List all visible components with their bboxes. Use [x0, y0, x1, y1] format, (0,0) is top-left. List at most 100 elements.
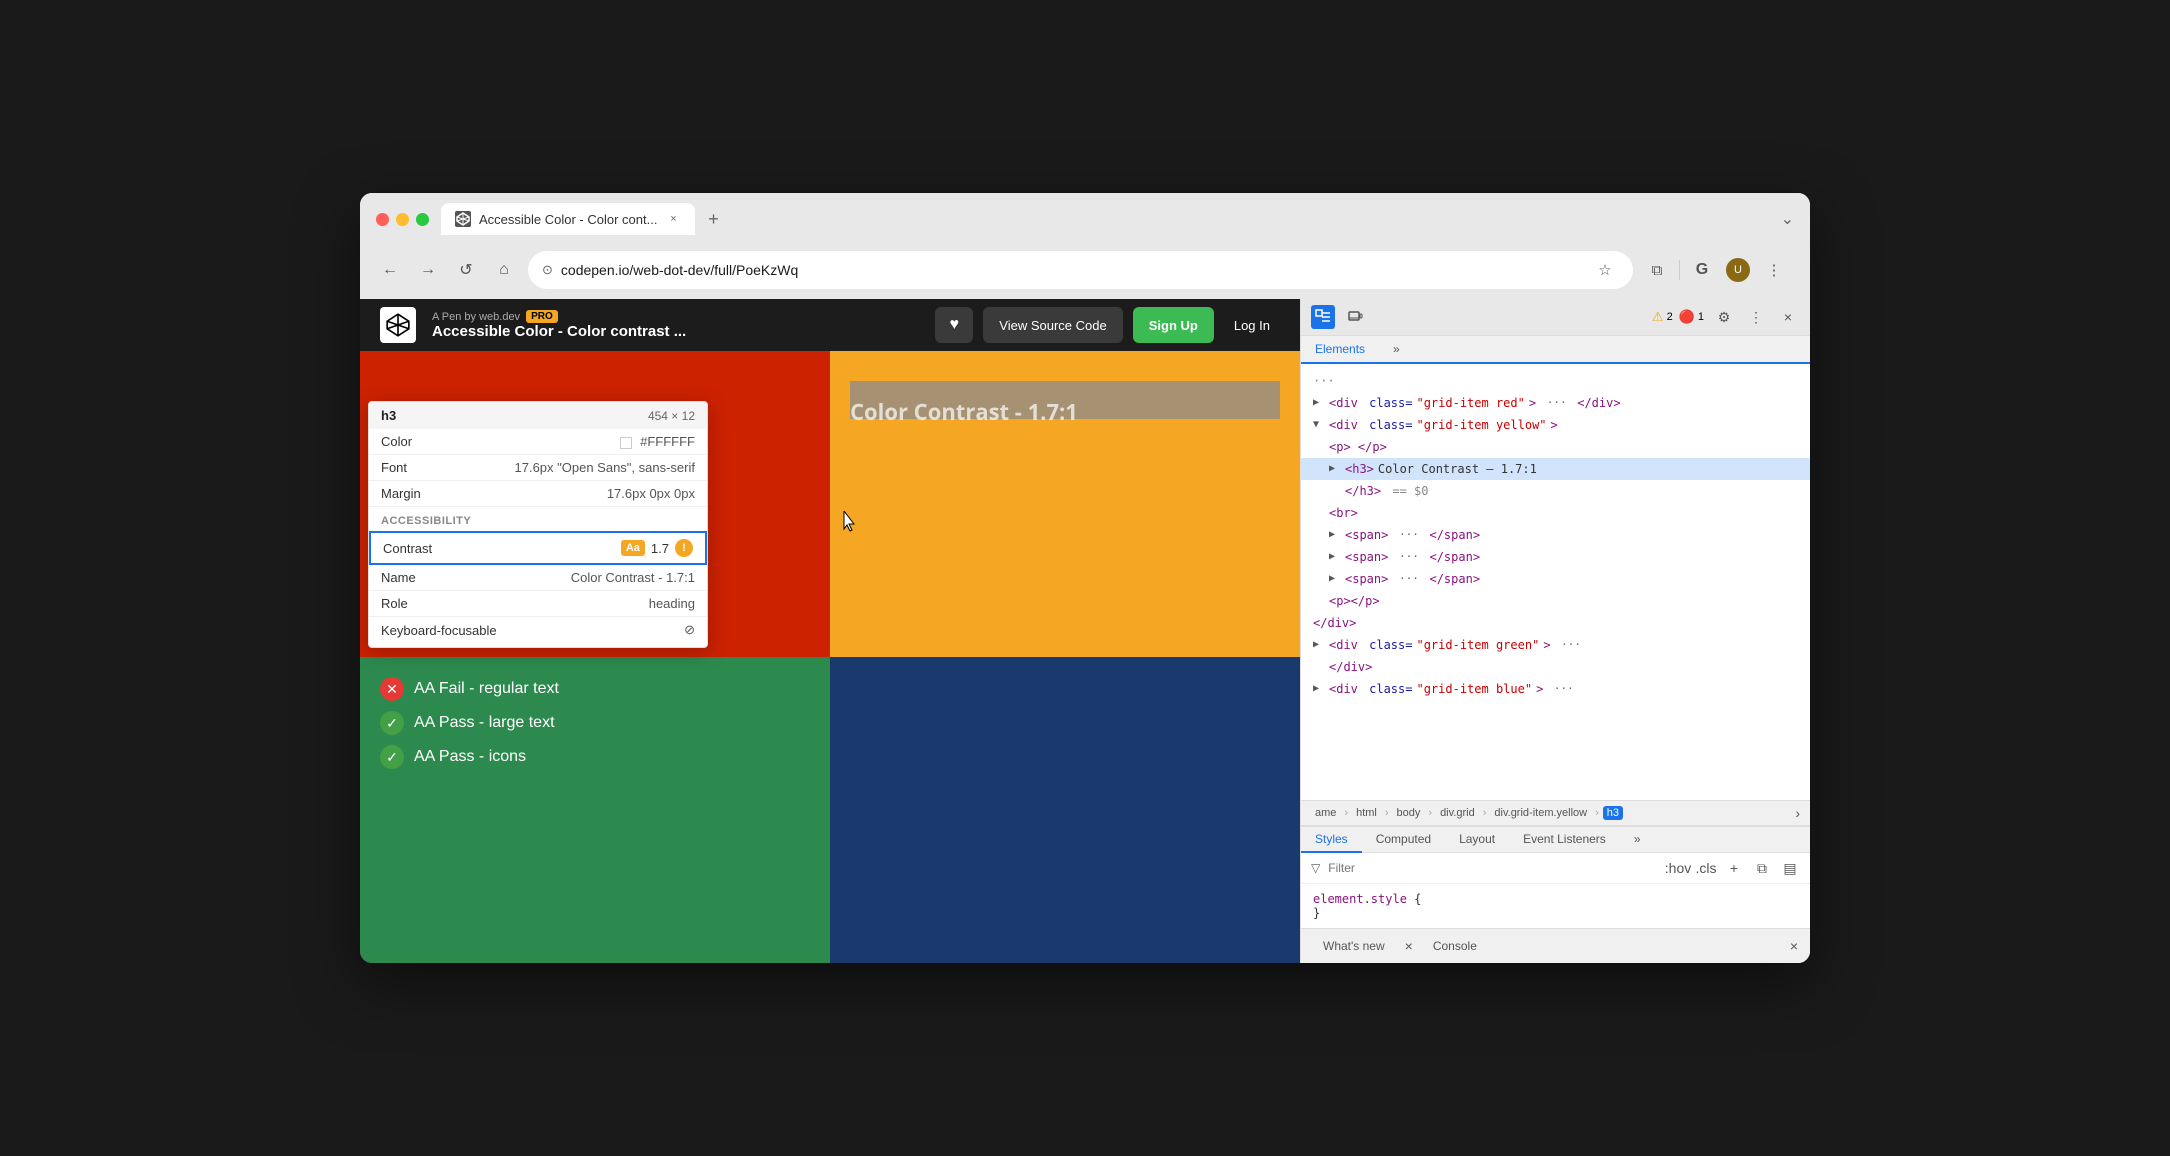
breadcrumb-divgridyellow[interactable]: div.grid-item.yellow: [1490, 806, 1591, 820]
divider: [1679, 260, 1680, 280]
kebab-menu-button[interactable]: ⋮: [1744, 305, 1768, 329]
tab-computed[interactable]: Computed: [1362, 827, 1445, 853]
whats-new-button[interactable]: What's new: [1313, 935, 1395, 957]
maximize-button[interactable]: [416, 213, 429, 226]
breadcrumb-next-icon[interactable]: ›: [1795, 805, 1800, 821]
settings-button[interactable]: ⚙: [1712, 305, 1736, 329]
breadcrumb-h3[interactable]: h3: [1603, 806, 1623, 820]
close-devtools-button[interactable]: ×: [1776, 305, 1800, 329]
contrast-label: Contrast: [383, 541, 621, 556]
element-line[interactable]: ▼ <div class= "grid-item yellow" >: [1301, 414, 1810, 436]
element-line: ···: [1301, 370, 1810, 392]
element-line[interactable]: </h3> == $0: [1301, 480, 1810, 502]
add-style-button[interactable]: +: [1724, 858, 1744, 878]
address-bar[interactable]: ⊙ codepen.io/web-dot-dev/full/PoeKzWq ☆: [528, 251, 1633, 289]
cls-button[interactable]: .cls: [1696, 858, 1716, 878]
view-source-button[interactable]: View Source Code: [983, 307, 1122, 343]
keyboard-value: ⊘: [684, 622, 695, 638]
tab-list-icon[interactable]: ⌄: [1781, 209, 1794, 229]
inspector-name-row: Name Color Contrast - 1.7:1: [369, 565, 707, 591]
element-line-h3[interactable]: ▶ <h3> Color Contrast – 1.7:1: [1301, 458, 1810, 480]
signup-button[interactable]: Sign Up: [1133, 307, 1214, 343]
heart-button[interactable]: ♥: [935, 307, 973, 343]
star-icon[interactable]: ☆: [1591, 256, 1619, 284]
pen-info: A Pen by web.dev PRO Accessible Color - …: [432, 310, 686, 340]
inspector-element-tag: h3: [381, 408, 396, 423]
tab-more[interactable]: »: [1379, 336, 1414, 364]
tab-more-styles[interactable]: »: [1620, 827, 1655, 853]
device-tool-button[interactable]: [1343, 305, 1367, 329]
breadcrumb-body[interactable]: body: [1393, 806, 1425, 820]
element-line[interactable]: </div>: [1301, 656, 1810, 678]
pro-badge: PRO: [526, 310, 558, 323]
devtools-alerts: ⚠ 2 🔴 1: [1652, 309, 1704, 325]
role-value: heading: [649, 596, 695, 611]
close-button[interactable]: [376, 213, 389, 226]
element-line[interactable]: <p></p>: [1301, 590, 1810, 612]
element-line[interactable]: <br>: [1301, 502, 1810, 524]
element-line[interactable]: ▶ <div class= "grid-item green" > ···: [1301, 634, 1810, 656]
pass-icon-2: ✓: [380, 745, 404, 769]
acc-name-label: Name: [381, 570, 571, 585]
element-style-close: }: [1313, 906, 1798, 920]
element-line[interactable]: ▶ <span> ··· </span>: [1301, 568, 1810, 590]
color-label: Color: [381, 434, 620, 449]
heart-icon: ♥: [950, 316, 960, 334]
breadcrumb-divgrid[interactable]: div.grid: [1436, 806, 1479, 820]
header-actions: ♥ View Source Code Sign Up Log In: [935, 307, 1280, 343]
console-tab[interactable]: Console: [1423, 935, 1487, 957]
minimize-button[interactable]: [396, 213, 409, 226]
element-line[interactable]: <p> </p>: [1301, 436, 1810, 458]
fail-label: AA Fail - regular text: [414, 680, 559, 698]
forward-button[interactable]: →: [414, 256, 442, 284]
tab-event-listeners[interactable]: Event Listeners: [1509, 827, 1620, 853]
tab-close-button[interactable]: ×: [665, 211, 681, 227]
traffic-lights: [376, 213, 429, 226]
role-label: Role: [381, 596, 649, 611]
new-tab-button[interactable]: +: [699, 205, 727, 233]
error-circle-icon: 🔴: [1679, 309, 1695, 325]
tab-styles[interactable]: Styles: [1301, 827, 1362, 853]
elements-content[interactable]: ··· ▶ <div class= "grid-item red" > ··· …: [1301, 364, 1810, 800]
layout-button[interactable]: ▤: [1780, 858, 1800, 878]
tab-elements[interactable]: Elements: [1301, 336, 1379, 364]
bottom-bar-close-button[interactable]: ×: [1790, 938, 1798, 954]
tab-layout[interactable]: Layout: [1445, 827, 1509, 853]
preview-area: Color Contrast - 1.7:1 ✕ AA Fail - regul…: [360, 351, 1300, 963]
google-icon[interactable]: G: [1688, 256, 1716, 284]
menu-icon[interactable]: ⋮: [1760, 256, 1788, 284]
title-bar-top: Accessible Color - Color cont... × + ⌄: [376, 203, 1794, 235]
whats-new-close-button[interactable]: ×: [1405, 938, 1413, 954]
inspector-dimensions: 454 × 12: [648, 409, 695, 423]
filter-input[interactable]: [1328, 861, 1660, 875]
breadcrumb-html[interactable]: html: [1352, 806, 1381, 820]
margin-label: Margin: [381, 486, 607, 501]
element-line[interactable]: ▶ <div class= "grid-item blue" > ···: [1301, 678, 1810, 700]
contrast-row[interactable]: Contrast Aa 1.7 !: [369, 531, 707, 565]
home-button[interactable]: ⌂: [490, 256, 518, 284]
devtools-panel: ⚠ 2 🔴 1 ⚙ ⋮ × Elements »: [1300, 299, 1810, 963]
contrast-value: 1.7: [651, 541, 669, 556]
accessibility-header: ACCESSIBILITY: [369, 511, 707, 531]
element-line[interactable]: ▶ <span> ··· </span>: [1301, 524, 1810, 546]
inspector-header: h3 454 × 12: [369, 402, 707, 429]
element-line[interactable]: </div>: [1301, 612, 1810, 634]
element-line[interactable]: ▶ <div class= "grid-item red" > ··· </di…: [1301, 392, 1810, 414]
breadcrumb-ame[interactable]: ame: [1311, 806, 1340, 820]
inspector-color-row: Color #FFFFFF: [369, 429, 707, 455]
extensions-icon[interactable]: ⧉: [1643, 256, 1671, 284]
warning-icon: !: [675, 539, 693, 557]
login-button[interactable]: Log In: [1224, 307, 1280, 343]
copy-styles-button[interactable]: ⧉: [1752, 858, 1772, 878]
element-line[interactable]: ▶ <span> ··· </span>: [1301, 546, 1810, 568]
inspect-tool-button[interactable]: [1311, 305, 1335, 329]
back-button[interactable]: ←: [376, 256, 404, 284]
profile-icon[interactable]: U: [1724, 256, 1752, 284]
active-tab[interactable]: Accessible Color - Color cont... ×: [441, 203, 695, 235]
inspector-margin-row: Margin 17.6px 0px 0px: [369, 481, 707, 507]
reload-button[interactable]: ↺: [452, 256, 480, 284]
hov-button[interactable]: :hov: [1668, 858, 1688, 878]
acc-name-value: Color Contrast - 1.7:1: [571, 570, 695, 585]
codepen-logo[interactable]: [380, 307, 416, 343]
devtools-toolbar: ⚠ 2 🔴 1 ⚙ ⋮ ×: [1301, 299, 1810, 336]
